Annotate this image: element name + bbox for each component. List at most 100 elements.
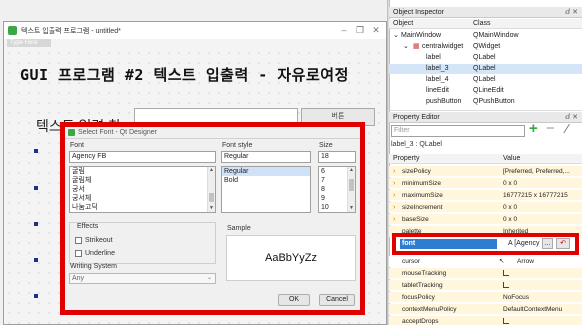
add-property-icon[interactable]: + <box>529 121 538 136</box>
tree-object: pushButton <box>426 98 462 105</box>
list-item[interactable]: 궁서 <box>70 185 215 194</box>
close-icon[interactable]: ✕ <box>369 24 383 36</box>
underline-checkbox[interactable] <box>75 250 82 257</box>
property-row[interactable]: acceptDrops <box>389 316 582 325</box>
scroll-down-icon[interactable]: ▼ <box>348 205 355 212</box>
expand-icon[interactable]: › <box>393 214 395 225</box>
tree-class: QLabel <box>473 76 496 83</box>
collapse-icon[interactable]: ⌄ <box>403 42 409 52</box>
scroll-up-icon[interactable]: ▲ <box>348 167 355 174</box>
list-item[interactable]: Regular <box>222 167 310 176</box>
font-input[interactable]: Agency FB <box>69 151 216 163</box>
menu-type-here[interactable]: Type Here <box>7 39 51 47</box>
bullet-marker <box>34 149 38 153</box>
property-row[interactable]: cursor ↖ Arrow <box>389 256 582 267</box>
expand-icon[interactable]: › <box>393 178 395 189</box>
font-style-label: Font style <box>222 142 253 149</box>
size-label: Size <box>319 142 333 149</box>
tree-object: label <box>426 54 441 61</box>
tree-row[interactable]: label QLabel <box>389 53 582 63</box>
restore-icon[interactable]: ❐ <box>353 24 367 36</box>
property-row[interactable]: focusPolicy NoFocus <box>389 292 582 303</box>
property-value[interactable]: NoFocus <box>503 292 529 303</box>
writing-system-label: Writing System <box>70 263 117 270</box>
more-options-icon[interactable]: … <box>542 238 553 249</box>
property-checkbox[interactable] <box>503 268 509 279</box>
bullet-marker <box>34 258 38 262</box>
tree-object: centralwidget <box>422 43 464 50</box>
list-item[interactable]: 궁서체 <box>70 194 215 203</box>
property-row[interactable]: › sizePolicy [Preferred, Preferred,... <box>389 166 582 177</box>
wrench-icon[interactable]: ⁄ <box>566 121 568 136</box>
scroll-down-icon[interactable]: ▼ <box>208 205 215 212</box>
property-row[interactable]: tabletTracking <box>389 280 582 291</box>
property-row[interactable]: mouseTracking <box>389 268 582 279</box>
tree-class: QPushButton <box>473 98 515 105</box>
scroll-thumb[interactable] <box>209 193 214 202</box>
tree-row-selected[interactable]: label_3 QLabel <box>389 64 582 74</box>
writing-system-select[interactable]: Any ⌄ <box>69 273 216 284</box>
list-item[interactable]: Bold <box>222 176 310 185</box>
heading-label[interactable]: GUI 프로그램 #2 텍스트 입출력 - 자유로여정 <box>20 64 349 85</box>
property-row[interactable]: › sizeIncrement 0 x 0 <box>389 202 582 213</box>
property-checkbox[interactable] <box>503 280 509 291</box>
pin-icon[interactable]: ⅆ ✕ <box>565 7 578 18</box>
expand-icon[interactable]: › <box>393 190 395 201</box>
tree-row[interactable]: lineEdit QLineEdit <box>389 86 582 96</box>
expand-icon[interactable]: › <box>393 202 395 213</box>
size-list[interactable]: 6 7 8 9 10 ▲ ▼ <box>318 166 356 213</box>
list-item[interactable]: 굴림체 <box>70 176 215 185</box>
tree-row[interactable]: ⌄ MainWindow QMainWindow <box>389 31 582 41</box>
remove-property-icon[interactable]: − <box>546 121 555 136</box>
property-name: tabletTracking <box>402 282 443 289</box>
expand-icon[interactable]: › <box>393 166 395 177</box>
property-value[interactable]: 16777215 x 16777215 <box>503 190 568 201</box>
font-style-input[interactable]: Regular <box>221 151 311 163</box>
list-item[interactable]: 나눔고딕 <box>70 203 215 212</box>
property-value[interactable]: Arrow <box>517 256 534 267</box>
font-style-list[interactable]: Regular Bold <box>221 166 311 213</box>
object-inspector-title-text: Object Inspector <box>393 9 444 16</box>
tree-object: lineEdit <box>426 87 449 94</box>
property-row[interactable]: › maximumSize 16777215 x 16777215 <box>389 190 582 201</box>
dialog-title: Select Font - Qt Designer <box>78 129 157 136</box>
property-name: contextMenuPolicy <box>402 306 457 313</box>
property-value[interactable]: [Preferred, Preferred,... <box>503 166 570 177</box>
font-property-name: font <box>400 239 497 249</box>
property-filter-input[interactable]: Filter <box>391 125 525 137</box>
strikeout-checkbox[interactable] <box>75 237 82 244</box>
property-value[interactable]: 0 x 0 <box>503 202 517 213</box>
scroll-thumb[interactable] <box>349 179 354 191</box>
property-row[interactable]: › minimumSize 0 x 0 <box>389 178 582 189</box>
size-input[interactable]: 18 <box>318 151 356 163</box>
ok-button[interactable]: OK <box>278 294 310 306</box>
list-item[interactable]: 굴림 <box>70 167 215 176</box>
minimize-icon[interactable]: – <box>337 24 351 36</box>
property-checkbox[interactable] <box>503 316 509 325</box>
property-value[interactable]: DefaultContextMenu <box>503 304 562 315</box>
property-row[interactable]: › baseSize 0 x 0 <box>389 214 582 225</box>
cancel-button[interactable]: Cancel <box>319 294 355 306</box>
tree-row[interactable]: pushButton QPushButton <box>389 97 582 107</box>
font-list[interactable]: 굴림 굴림체 궁서 궁서체 나눔고딕 ▲ ▼ <box>69 166 216 213</box>
tree-class: QMainWindow <box>473 32 519 39</box>
property-editor-title-text: Property Editor <box>393 114 440 121</box>
tree-row[interactable]: ⌄ ▦ centralwidget QWidget <box>389 42 582 52</box>
property-row[interactable]: contextMenuPolicy DefaultContextMenu <box>389 304 582 315</box>
qt-app-icon <box>8 26 17 35</box>
cursor-arrow-icon: ↖ <box>499 258 505 265</box>
reset-arrow-icon[interactable]: ↶ <box>556 238 570 249</box>
checkbox-icon <box>503 270 509 277</box>
property-name: sizePolicy <box>402 168 431 175</box>
collapse-icon[interactable]: ⌄ <box>393 31 399 41</box>
tree-row[interactable]: label_4 QLabel <box>389 75 582 85</box>
tree-class: QWidget <box>473 43 501 50</box>
property-value[interactable]: 0 x 0 <box>503 214 517 225</box>
sample-label: Sample <box>227 225 251 232</box>
scrollbar[interactable]: ▲ ▼ <box>347 167 355 212</box>
scrollbar[interactable]: ▲ ▼ <box>207 167 215 212</box>
property-value[interactable]: 0 x 0 <box>503 178 517 189</box>
scroll-up-icon[interactable]: ▲ <box>208 167 215 174</box>
tree-object: label_4 <box>426 76 449 83</box>
font-property-row[interactable]: font A [Agency FB … ↶ <box>392 233 579 255</box>
